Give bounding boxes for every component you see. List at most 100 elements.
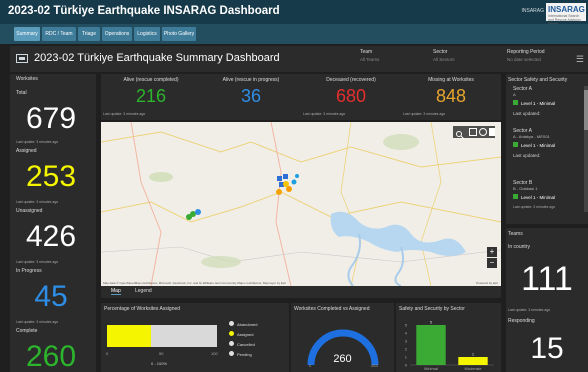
period-filter[interactable]: No date selected [507, 57, 541, 62]
period-filter-label: Reporting Period [507, 49, 545, 55]
pct-assigned-title: Percentage of Worksites Assigned [104, 306, 181, 312]
team-filter-label: Team [360, 49, 373, 55]
unassigned-value: 426 [25, 220, 77, 253]
dashboard-icon [16, 54, 28, 63]
dashboard-title: 2023-02 Türkiye Earthquake Summary Dashb… [34, 52, 280, 64]
y-tick-label: 3 [405, 339, 408, 344]
total-value: 679 [25, 102, 77, 135]
kpi-row: Alive (rescue completed) 216 Alive (resc… [101, 74, 501, 120]
kpi-updated-4: Last update: 3 minutes ago [403, 112, 446, 116]
map-print-icon[interactable] [489, 128, 495, 136]
menu-icon[interactable]: ☰ [576, 54, 584, 65]
y-tick-label: 2 [405, 347, 408, 352]
teams-updated: Last update: 3 minutes ago [508, 308, 551, 312]
tab-operations[interactable]: Operations [102, 27, 132, 41]
safety-item-b[interactable]: Sector B B - Odabasi 1 Level 1 - Minimal… [513, 180, 583, 209]
kpi-alive-in-progress: Alive (rescue in progress) 36 [222, 77, 280, 106]
safety-chart-title: Safety and Security by Sector [399, 306, 465, 312]
teams-panel: Teams In country 111 Last update: 3 minu… [506, 228, 588, 372]
brand-label: INSARAG [521, 8, 544, 14]
map-attribution: Map data © OpenStreetMap contributors, M… [103, 281, 287, 285]
category-label: Minimal [424, 366, 438, 371]
tab-map[interactable]: Map [111, 288, 121, 295]
worksites-title: Worksites [16, 76, 38, 82]
responding-value: 15 [530, 332, 564, 365]
map-tabs: Map Legend [101, 286, 501, 298]
sector-filter-label: Sector [433, 49, 448, 55]
dashboard-header: 2023-02 Türkiye Earthquake Summary Dashb… [10, 46, 588, 72]
nav-bar: Summary RDC / Team Triage Operations Log… [0, 24, 588, 44]
sector-safety-title: Sector Safety and Security [508, 77, 568, 83]
bar-minimal[interactable] [416, 325, 446, 365]
bar-value-label: 1 [472, 352, 475, 357]
pct-caption: 0 - 100% [151, 361, 168, 366]
completed-value: 260 [333, 353, 352, 365]
tab-legend[interactable]: Legend [135, 288, 152, 294]
gauge-max: 253 [371, 363, 378, 368]
pct-assigned-fill [107, 325, 151, 347]
pct-tick-100: 100 [211, 351, 218, 356]
assigned-updated: Last update: 3 minutes ago [16, 200, 59, 204]
kpi-updated-1: Last update: 3 minutes ago [103, 112, 146, 116]
y-tick-label: 4 [405, 331, 408, 336]
teams-title: Teams [508, 231, 523, 237]
legend-assigned: Assigned [229, 331, 257, 341]
unassigned-updated: Last update: 3 minutes ago [16, 260, 59, 264]
safety-chart-panel: Safety and Security by Sector 0 1 2 3 4 5 5 Min… [396, 303, 501, 372]
pct-tick-50: 50 [159, 351, 164, 356]
assigned-value: 253 [25, 160, 77, 193]
legend-pending: Pending [229, 351, 257, 361]
y-tick-label: 0 [405, 363, 408, 368]
map-search-icon[interactable] [455, 127, 465, 140]
kpi-updated-3: Last update: 3 minutes ago [303, 112, 346, 116]
inprogress-updated: Last update: 3 minutes ago [16, 320, 59, 324]
worksite-map[interactable]: + − Map data © OpenStreetMap contributor… [101, 122, 501, 286]
worksites-panel: Worksites Total 679 Last update: 3 minut… [10, 74, 96, 372]
map-layers-icon[interactable] [469, 128, 477, 136]
completed-gauge-panel: Worksites Completed vs Assigned 260 0 25… [291, 303, 394, 372]
pct-assigned-track [107, 325, 217, 347]
y-tick-label: 5 [405, 323, 408, 328]
gauge-min: 0 [309, 363, 312, 368]
incountry-label: In country [508, 244, 530, 250]
tab-photo-gallery[interactable]: Photo Gallery [162, 27, 196, 41]
total-updated: Last update: 3 minutes ago [16, 140, 59, 144]
inprogress-label: In Progress [16, 268, 42, 274]
responding-label: Responding [508, 318, 535, 324]
safety-bar-chart: 0 1 2 3 4 5 5 Minimal 1 Moderate [405, 320, 494, 371]
safety-item-a-antakya[interactable]: Sector A A - Antakya - MES01 Level 1 - M… [513, 128, 583, 158]
pct-assigned-panel: Percentage of Worksites Assigned 0 50 10… [101, 303, 289, 372]
zoom-out-button[interactable]: − [487, 258, 497, 268]
inprogress-value: 45 [34, 280, 68, 313]
tab-triage[interactable]: Triage [78, 27, 100, 41]
total-label: Total [16, 90, 27, 96]
category-label: Moderate [465, 366, 483, 371]
safety-scrollbar[interactable] [584, 86, 588, 212]
safety-item-a[interactable]: Sector A A Level 1 - Minimal Last update… [513, 86, 583, 116]
insarag-logo: INSARAG International Search and Rescue … [546, 3, 586, 26]
zoom-in-button[interactable]: + [487, 247, 497, 257]
pct-tick-0: 0 [106, 351, 109, 356]
tab-summary[interactable]: Summary [14, 27, 40, 41]
incountry-value: 111 [521, 260, 573, 298]
tab-rdc-team[interactable]: RDC / Team [42, 27, 76, 41]
pct-legend: Abandoned Assigned Cancelled Pending [229, 321, 257, 361]
app-header: 2023-02 Türkiye Earthquake INSARAG Dashb… [0, 0, 588, 26]
completed-title: Worksites Completed vs Assigned [294, 306, 370, 312]
team-filter[interactable]: All Teams [360, 57, 379, 62]
assigned-label: Assigned [16, 148, 37, 154]
tab-logistics[interactable]: Logistics [134, 27, 160, 41]
complete-label: Complete [16, 328, 38, 334]
complete-value: 260 [25, 340, 77, 372]
bar-value-label: 5 [430, 320, 433, 325]
map-basemap-icon[interactable] [479, 128, 487, 136]
sector-filter[interactable]: All Sectors [433, 57, 455, 62]
map-powered-by: Powered by Esri [476, 281, 498, 285]
app-title: 2023-02 Türkiye Earthquake INSARAG Dashb… [8, 5, 280, 17]
y-tick-label: 1 [405, 355, 408, 360]
unassigned-label: Unassigned [16, 208, 43, 214]
legend-abandoned: Abandoned [229, 321, 257, 331]
map-canvas [101, 122, 501, 286]
legend-cancelled: Cancelled [229, 341, 257, 351]
bar-moderate[interactable] [458, 357, 488, 365]
